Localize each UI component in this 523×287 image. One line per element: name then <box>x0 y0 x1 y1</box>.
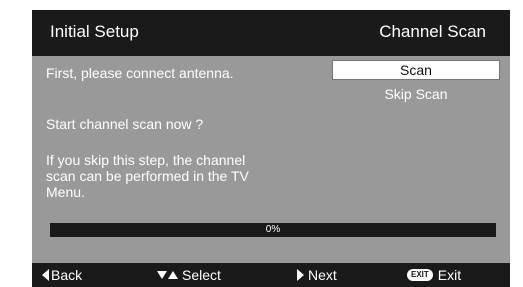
note-text: If you skip this step, the channel scan … <box>46 152 249 200</box>
select-label: Select <box>182 267 221 283</box>
select-hint[interactable]: Select <box>157 267 221 283</box>
exit-label: Exit <box>437 267 462 283</box>
next-label: Next <box>308 267 337 283</box>
triangle-up-icon <box>168 271 178 279</box>
back-hint[interactable]: Back <box>42 267 82 283</box>
back-label: Back <box>51 267 83 283</box>
page-name: Channel Scan <box>379 22 486 41</box>
scan-option[interactable]: Scan <box>332 60 500 80</box>
triangle-right-icon <box>297 269 304 281</box>
triangle-left-icon <box>42 269 49 281</box>
triangle-down-icon <box>157 271 167 279</box>
header-bar: Initial Setup Channel Scan <box>32 10 510 56</box>
progress-percent: 0% <box>265 224 281 235</box>
next-hint[interactable]: Next <box>297 267 337 283</box>
skip-scan-option[interactable]: Skip Scan <box>332 84 500 104</box>
scan-progress-bar: 0% <box>50 223 496 237</box>
instruction-text: First, please connect antenna. <box>46 65 234 81</box>
header-title: Initial Setup <box>50 22 139 41</box>
tv-screen: Initial Setup Channel Scan First, please… <box>32 10 510 287</box>
exit-key-icon: EXIT <box>407 269 433 281</box>
exit-hint[interactable]: EXIT Exit <box>407 267 461 283</box>
question-text: Start channel scan now ? <box>46 116 204 132</box>
footer-bar: Back Select Next EXIT Exit <box>32 263 510 287</box>
